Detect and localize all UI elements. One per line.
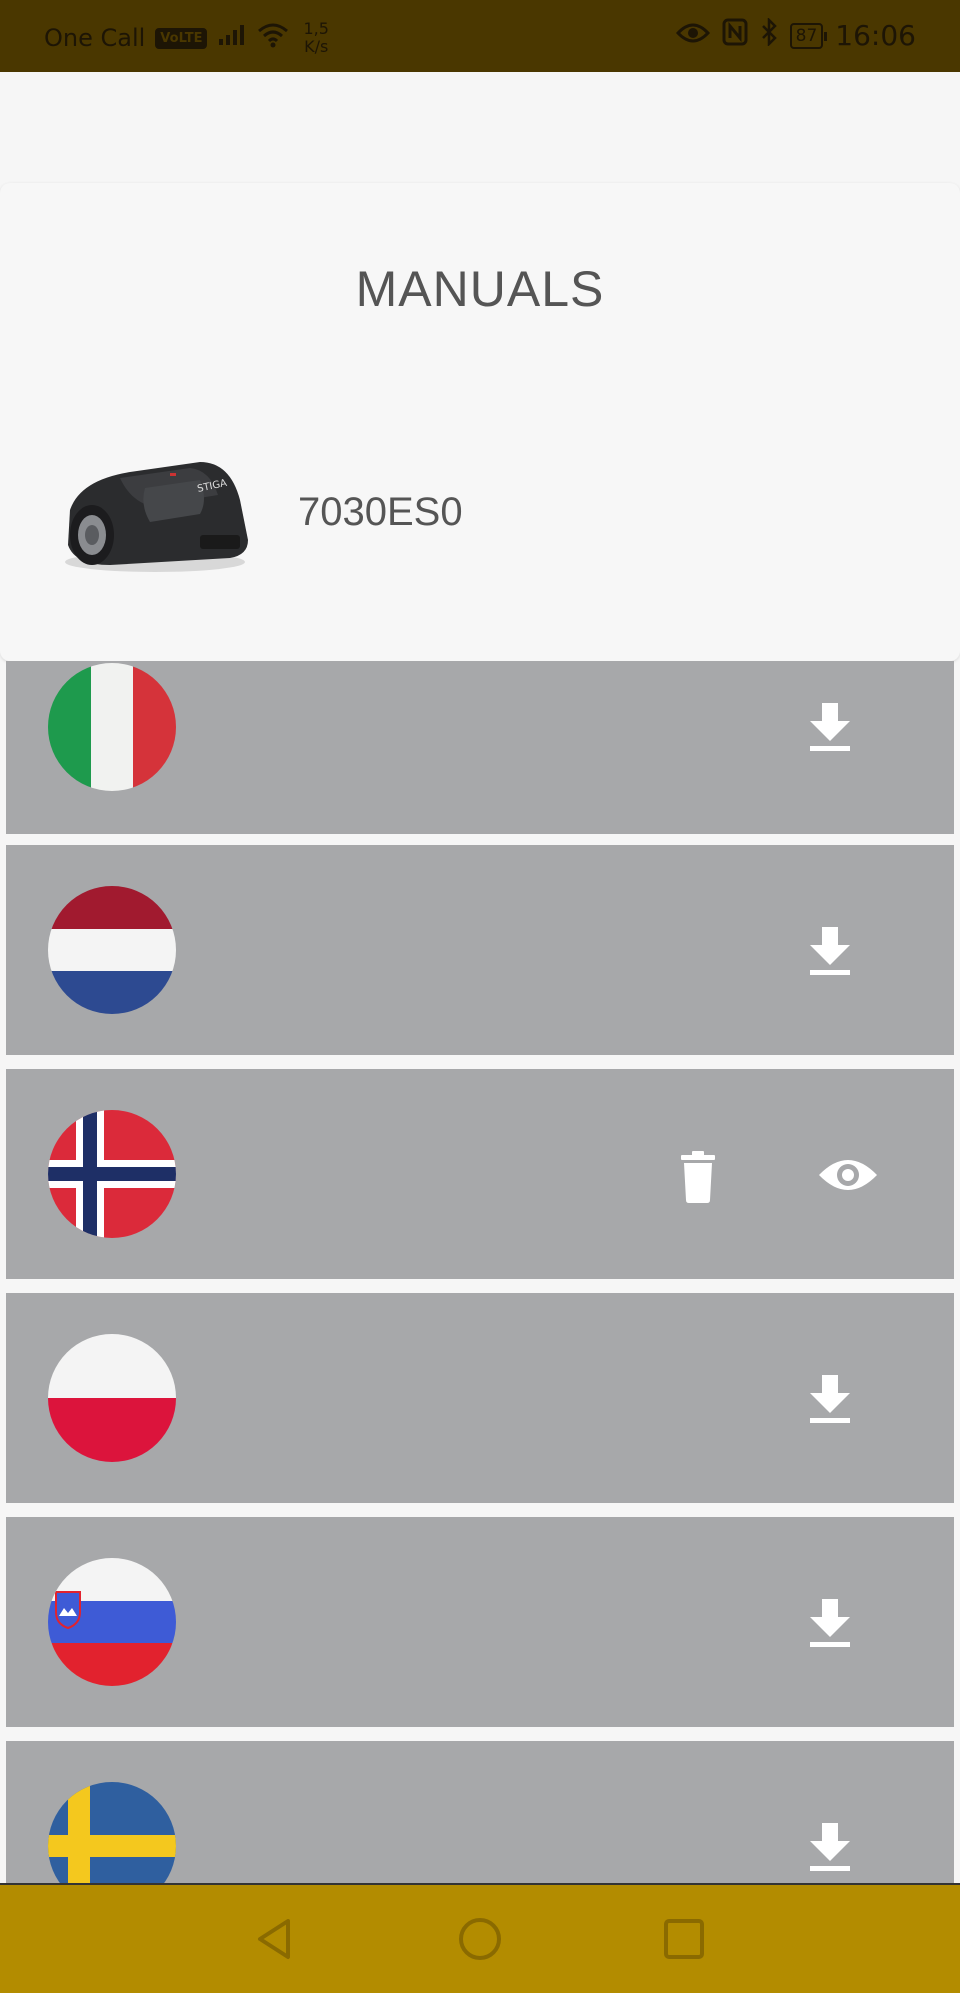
slovenia-flag-icon (48, 1558, 176, 1686)
home-icon[interactable] (456, 1915, 504, 1963)
delete-icon[interactable] (678, 1151, 718, 1203)
download-icon[interactable] (806, 701, 854, 753)
carrier-label: One Call (44, 24, 146, 52)
clock: 16:06 (835, 19, 916, 52)
battery-icon: 87 (789, 22, 827, 49)
manual-row-poland (6, 1293, 954, 1503)
download-icon[interactable] (806, 925, 854, 977)
manual-row-sweden (6, 1741, 954, 1910)
header-card (0, 183, 960, 661)
network-speed: 1,5 K/s (303, 20, 328, 56)
manual-row-norway (6, 1069, 954, 1279)
bluetooth-icon (760, 16, 778, 53)
navigation-bar (0, 1883, 960, 1993)
speed-unit: K/s (304, 37, 329, 56)
download-icon[interactable] (806, 1373, 854, 1425)
norway-flag-icon (48, 1110, 176, 1238)
wifi-icon (257, 22, 289, 54)
manual-row-slovenia (6, 1517, 954, 1727)
status-bar-right: 87 16:06 (675, 16, 916, 53)
manual-row-netherlands (6, 845, 954, 1055)
speed-value: 1,5 (303, 19, 329, 38)
eye-icon (675, 19, 710, 52)
model-number: 7030ES0 (298, 490, 463, 534)
robotic-lawnmower-image: STIGA (50, 440, 250, 580)
poland-flag-icon (48, 1334, 176, 1462)
back-icon[interactable] (250, 1915, 298, 1963)
volte-badge: VoLTE (155, 27, 208, 49)
page-title: MANUALS (355, 261, 605, 317)
nfc-icon (722, 18, 748, 53)
italy-flag-icon (48, 663, 176, 791)
download-icon[interactable] (806, 1821, 854, 1873)
view-icon[interactable] (818, 1153, 878, 1197)
recents-icon[interactable] (660, 1915, 708, 1963)
download-icon[interactable] (806, 1597, 854, 1649)
status-bar: One Call VoLTE 1,5 K/s 87 16:06 (0, 0, 960, 72)
manual-row-italy (6, 661, 954, 834)
status-bar-left: One Call VoLTE 1,5 K/s (44, 20, 329, 56)
netherlands-flag-icon (48, 886, 176, 1014)
signal-icon (217, 23, 247, 53)
